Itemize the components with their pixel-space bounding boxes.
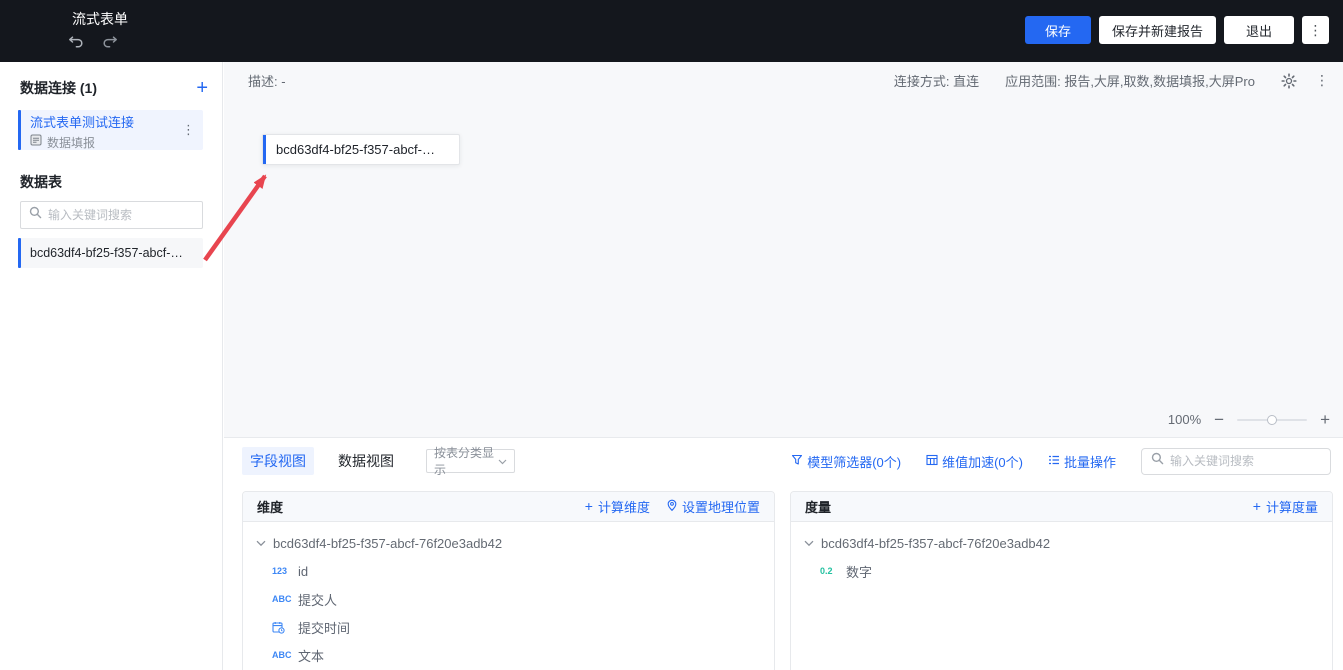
connection-item[interactable]: 流式表单测试连接 数据填报 ⋮ bbox=[18, 110, 203, 150]
sidebar-search-input[interactable] bbox=[48, 208, 194, 222]
datetime-type-icon bbox=[272, 621, 290, 634]
measures-panel: 度量 + 计算度量 bcd63df4-bf25-f357-abcf-76f20e… bbox=[790, 491, 1333, 670]
table-list-item[interactable]: bcd63df4-bf25-f357-abcf-… bbox=[18, 238, 203, 268]
undo-icon[interactable] bbox=[68, 34, 85, 49]
connection-kebab-icon[interactable]: ⋮ bbox=[182, 122, 195, 138]
measure-group-row[interactable]: bcd63df4-bf25-f357-abcf-76f20e3adb42 bbox=[791, 529, 1332, 557]
dimension-accel-button[interactable]: 维值加速(0个) bbox=[926, 452, 1023, 471]
set-geo-location-button[interactable]: 设置地理位置 bbox=[666, 497, 760, 516]
plus-icon: + bbox=[1252, 498, 1261, 514]
dimension-field-row[interactable]: ABC 提交人 bbox=[243, 585, 774, 613]
grid-table-icon bbox=[926, 454, 938, 469]
zoom-controls: 100% − + bbox=[1168, 411, 1330, 428]
add-calc-dimension-button[interactable]: + 计算维度 bbox=[585, 497, 650, 516]
table-name-label: bcd63df4-bf25-f357-abcf-… bbox=[30, 246, 183, 260]
filter-funnel-icon bbox=[791, 454, 803, 469]
dimension-field-row[interactable]: 123 id bbox=[243, 557, 774, 585]
add-calc-measure-button[interactable]: + 计算度量 bbox=[1253, 497, 1318, 516]
measure-field-row[interactable]: 0.2 数字 bbox=[791, 557, 1332, 585]
connection-type-label: 数据填报 bbox=[47, 135, 96, 150]
page-title: 流式表单 bbox=[72, 11, 128, 27]
header-more-menu-button[interactable]: ⋮ bbox=[1302, 16, 1329, 44]
batch-operations-button[interactable]: 批量操作 bbox=[1048, 452, 1116, 471]
dimensions-panel: 维度 + 计算维度 设置地理位置 bcd63df4-bf25-f357-abcf… bbox=[242, 491, 775, 670]
dimension-field-row[interactable]: 提交时间 bbox=[243, 613, 774, 641]
measure-group-label: bcd63df4-bf25-f357-abcf-76f20e3adb42 bbox=[821, 535, 1051, 551]
exit-button[interactable]: 退出 bbox=[1223, 16, 1294, 44]
plus-icon: + bbox=[584, 498, 593, 514]
dimension-group-label: bcd63df4-bf25-f357-abcf-76f20e3adb42 bbox=[273, 535, 503, 551]
text-type-icon: ABC bbox=[272, 650, 292, 660]
model-filter-button[interactable]: 模型筛选器(0个) bbox=[791, 452, 901, 471]
zoom-slider[interactable] bbox=[1237, 414, 1308, 426]
save-button[interactable]: 保存 bbox=[1024, 16, 1091, 44]
search-icon bbox=[1151, 452, 1164, 470]
connection-name: 流式表单测试连接 bbox=[30, 115, 135, 130]
search-icon bbox=[29, 206, 42, 224]
sidebar-search-box bbox=[20, 201, 203, 229]
model-canvas[interactable]: 描述: - 连接方式: 直连 应用范围: 报告,大屏,取数,数据填报,大屏Pro… bbox=[224, 62, 1343, 437]
chevron-down-icon bbox=[498, 454, 507, 468]
number-type-icon: 123 bbox=[272, 566, 288, 576]
zoom-out-button[interactable]: − bbox=[1214, 411, 1224, 428]
app-header: 流式表单 保存 保存并新建报告 退出 ⋮ bbox=[0, 0, 1343, 62]
description-label: 描述: - bbox=[248, 74, 286, 89]
canvas-kebab-icon[interactable]: ⋮ bbox=[1315, 72, 1329, 89]
measures-title: 度量 bbox=[805, 500, 832, 515]
zoom-in-button[interactable]: + bbox=[1320, 411, 1330, 428]
data-connections-title: 数据连接 (1) bbox=[20, 80, 97, 96]
dimension-group-row[interactable]: bcd63df4-bf25-f357-abcf-76f20e3adb42 bbox=[243, 529, 774, 557]
decimal-type-icon: 0.2 bbox=[820, 566, 833, 576]
left-sidebar: 数据连接 (1) + 流式表单测试连接 数据填报 ⋮ 数据表 bcd63df4-… bbox=[0, 62, 223, 670]
text-type-icon: ABC bbox=[272, 594, 292, 604]
dimension-field-row[interactable]: ABC 文本 bbox=[243, 641, 774, 669]
save-and-new-report-button[interactable]: 保存并新建报告 bbox=[1098, 16, 1216, 44]
display-mode-select[interactable]: 按表分类显示 bbox=[426, 446, 515, 477]
form-entry-icon bbox=[30, 133, 42, 151]
settings-gear-icon[interactable] bbox=[1281, 72, 1297, 89]
display-mode-value: 按表分类显示 bbox=[434, 446, 495, 477]
fields-search-input[interactable] bbox=[1170, 454, 1321, 468]
connect-mode-label: 连接方式: 直连 bbox=[893, 74, 980, 89]
zoom-slider-handle[interactable] bbox=[1267, 414, 1278, 425]
scope-label: 应用范围: 报告,大屏,取数,数据填报,大屏Pro bbox=[1005, 74, 1255, 89]
canvas-node-label: bcd63df4-bf25-f357-abcf-… bbox=[276, 142, 435, 157]
tab-data-view[interactable]: 数据视图 bbox=[330, 447, 402, 475]
chevron-down-icon bbox=[804, 534, 814, 552]
fields-panel: 字段视图 数据视图 按表分类显示 模型筛选器(0个) 维值加速(0个) 批量操作… bbox=[224, 437, 1343, 670]
tab-field-view[interactable]: 字段视图 bbox=[242, 447, 314, 475]
location-pin-icon bbox=[666, 499, 678, 515]
chevron-down-icon bbox=[256, 534, 266, 552]
add-connection-button[interactable]: + bbox=[196, 78, 208, 98]
dimensions-title: 维度 bbox=[257, 500, 284, 515]
list-check-icon bbox=[1048, 454, 1060, 469]
redo-icon[interactable] bbox=[101, 34, 118, 49]
canvas-table-node[interactable]: bcd63df4-bf25-f357-abcf-… bbox=[262, 134, 460, 165]
data-tables-title: 数据表 bbox=[20, 174, 62, 190]
fields-search-box bbox=[1141, 447, 1331, 475]
kebab-icon: ⋮ bbox=[1308, 21, 1323, 38]
zoom-level-label: 100% bbox=[1167, 412, 1202, 427]
